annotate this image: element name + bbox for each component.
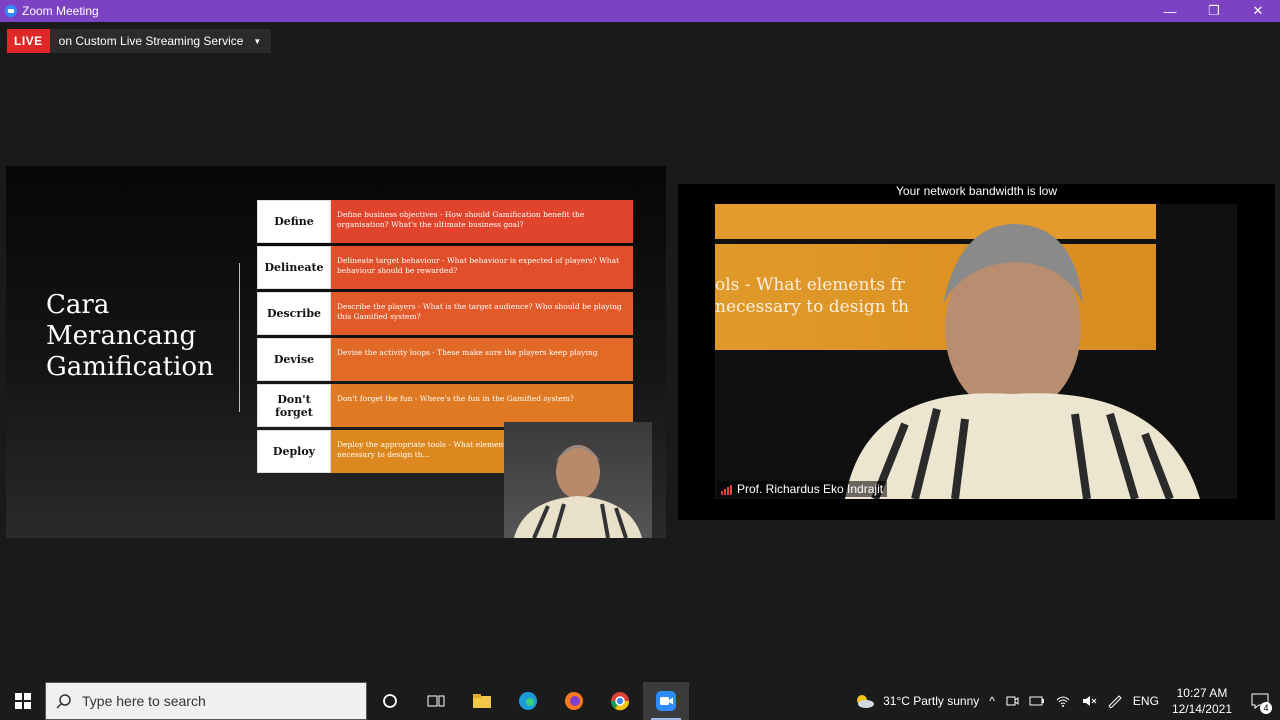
- minimize-button[interactable]: —: [1148, 0, 1192, 22]
- search-placeholder: Type here to search: [82, 693, 206, 709]
- weather-text: 31°C Partly sunny: [883, 694, 980, 708]
- edge-browser-icon[interactable]: [505, 682, 551, 720]
- live-service-dropdown[interactable]: on Custom Live Streaming Service ▼: [49, 29, 272, 53]
- cortana-icon[interactable]: [367, 682, 413, 720]
- pen-icon[interactable]: [1102, 682, 1128, 720]
- step-desc: Devise the activity loops - These make s…: [331, 338, 633, 381]
- slide-divider: [239, 263, 240, 412]
- notification-center-icon[interactable]: 4: [1240, 682, 1280, 720]
- wifi-icon[interactable]: [1050, 682, 1076, 720]
- step-name: Describe: [257, 292, 331, 335]
- windows-logo-icon: [14, 693, 31, 709]
- battery-icon[interactable]: [1024, 682, 1050, 720]
- search-icon: [56, 694, 71, 709]
- notification-count: 4: [1260, 702, 1272, 714]
- slide-title: Cara Merancang Gamification: [46, 290, 214, 382]
- participant-name: Prof. Richardus Eko Indrajit: [737, 482, 884, 496]
- title-bar: Zoom Meeting — ❐ ✕: [0, 0, 1280, 22]
- shared-screen: Cara Merancang Gamification Define Defin…: [6, 166, 666, 538]
- step-name: Delineate: [257, 246, 331, 289]
- step-row: Define Define business objectives - How …: [257, 200, 633, 243]
- close-button[interactable]: ✕: [1236, 0, 1280, 22]
- bandwidth-warning: Your network bandwidth is low: [896, 184, 1057, 198]
- speaker-video[interactable]: ols - What elements fr necessary to desi…: [715, 204, 1237, 499]
- file-explorer-icon[interactable]: [459, 682, 505, 720]
- step-name: Define: [257, 200, 331, 243]
- live-badge: LIVE: [7, 29, 50, 53]
- speaker-figure: [845, 224, 1200, 499]
- taskbar-search-box[interactable]: Type here to search: [45, 682, 367, 720]
- live-service-label: on Custom Live Streaming Service: [58, 34, 244, 48]
- step-desc: Don't forget the fun - Where's the fun i…: [331, 384, 633, 427]
- participant-name-label: Prof. Richardus Eko Indrajit: [717, 481, 888, 497]
- step-name: Devise: [257, 338, 331, 381]
- step-desc: Describe the players - What is the targe…: [331, 292, 633, 335]
- clock-time: 10:27 AM: [1176, 686, 1228, 700]
- clock-date: 12/14/2021: [1171, 702, 1232, 716]
- presenter-thumbnail: [504, 422, 652, 538]
- window-title: Zoom Meeting: [22, 4, 99, 18]
- step-name: Deploy: [257, 430, 331, 473]
- meet-now-icon[interactable]: [1000, 682, 1024, 720]
- zoom-taskbar-icon[interactable]: [643, 682, 689, 720]
- step-row: Don't forget Don't forget the fun - Wher…: [257, 384, 633, 427]
- step-row: Describe Describe the players - What is …: [257, 292, 633, 335]
- speaker-video-panel: Your network bandwidth is low ols - What…: [678, 184, 1275, 520]
- system-tray: 31°C Partly sunny ^ ENG 10:27 AM 12/14/2…: [848, 682, 1280, 720]
- window-controls: — ❐ ✕: [1148, 0, 1280, 22]
- step-desc: Define business objectives - How should …: [331, 200, 633, 243]
- task-view-icon[interactable]: [413, 682, 459, 720]
- step-name: Don't forget: [257, 384, 331, 427]
- maximize-button[interactable]: ❐: [1192, 0, 1236, 22]
- windows-taskbar: Type here to search 31°C Partly sunny ^: [0, 682, 1280, 720]
- step-desc: Delineate target behaviour - What behavi…: [331, 246, 633, 289]
- zoom-app-icon: [5, 5, 17, 17]
- firefox-icon[interactable]: [551, 682, 597, 720]
- step-row: Delineate Delineate target behaviour - W…: [257, 246, 633, 289]
- start-button[interactable]: [0, 682, 45, 720]
- language-indicator[interactable]: ENG: [1128, 682, 1164, 720]
- chrome-icon[interactable]: [597, 682, 643, 720]
- live-streaming-bar: LIVE on Custom Live Streaming Service ▼: [7, 29, 272, 53]
- partly-sunny-icon: [857, 695, 875, 708]
- step-row: Devise Devise the activity loops - These…: [257, 338, 633, 381]
- weather-widget[interactable]: 31°C Partly sunny: [848, 682, 984, 720]
- clock[interactable]: 10:27 AM 12/14/2021: [1164, 685, 1240, 717]
- chevron-down-icon: ▼: [253, 36, 262, 46]
- volume-muted-icon[interactable]: [1076, 682, 1102, 720]
- chevron-up-icon[interactable]: ^: [984, 682, 1000, 720]
- signal-strength-icon: [721, 484, 732, 495]
